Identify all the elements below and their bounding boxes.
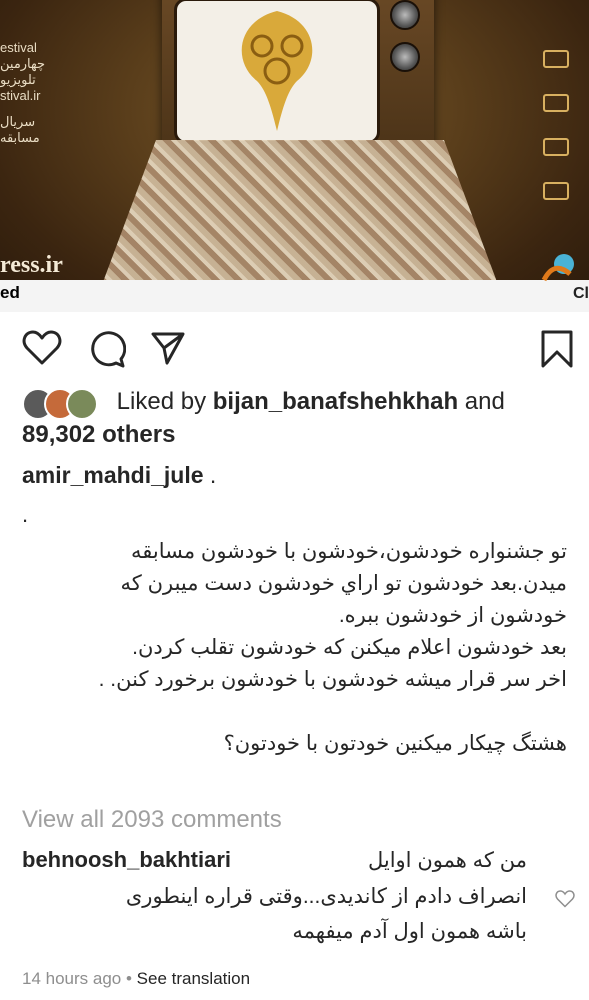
likes-summary: Liked by bijan_banafshehkhah and 89,302 … [22,385,582,451]
liked-by-label: Liked by [116,388,207,415]
timestamp: 14 hours ago [22,969,122,988]
image-bottom-strip [0,280,589,312]
post-caption: تو جشنواره خودشون،خودشون با خودشون مسابق… [98,540,567,755]
comment-username[interactable]: behnoosh_bakhtiari [22,847,231,872]
view-all-comments-link[interactable]: View all 2093 comments [22,806,282,834]
likes-count[interactable]: 89,302 others [22,421,175,448]
festival-text: estival چهارمین تلویزیو stival.ir سریال … [0,40,46,145]
action-bar [0,318,589,378]
bookmark-icon[interactable] [540,330,574,368]
tv-screen [174,0,380,144]
comment-item: behnoosh_bakhtiari من که همون اوايل انصر… [22,847,527,943]
see-translation-link[interactable]: See translation [137,969,250,988]
tv-knob [390,0,420,30]
liker-username[interactable]: bijan_banafshehkhah [213,388,458,415]
comment-text: انصراف دادم از کانديدی...وقتی قراره اينط… [125,885,527,943]
caption-header: amir_mahdi_jule . [22,462,216,489]
rug-graphic [100,140,500,290]
comment-icon[interactable] [88,330,126,368]
and-label: and [464,388,505,415]
heart-icon[interactable] [22,330,62,366]
comment-text-line1: من که همون اوايل [367,849,527,872]
comment-heart-icon[interactable] [555,890,575,908]
author-username[interactable]: amir_mahdi_jule [22,462,204,488]
tv-knob [390,42,420,72]
post-image[interactable]: estival چهارمین تلویزیو stival.ir سریال … [0,0,589,312]
author-suffix: . [209,462,217,488]
liker-avatars[interactable] [22,387,110,420]
ornament-graphic [241,11,313,131]
avatar [66,387,98,420]
caption-dot: . [22,502,29,527]
post-meta: 14 hours ago • See translation [22,969,250,989]
separator-dot: • [125,969,132,988]
share-icon[interactable] [150,330,186,366]
tv-graphic [162,0,434,160]
news-logo-icon [541,254,574,282]
festival-icons [535,50,589,226]
cropped-text-left: ed [0,283,20,302]
watermark-text: ress.ir [0,252,63,278]
